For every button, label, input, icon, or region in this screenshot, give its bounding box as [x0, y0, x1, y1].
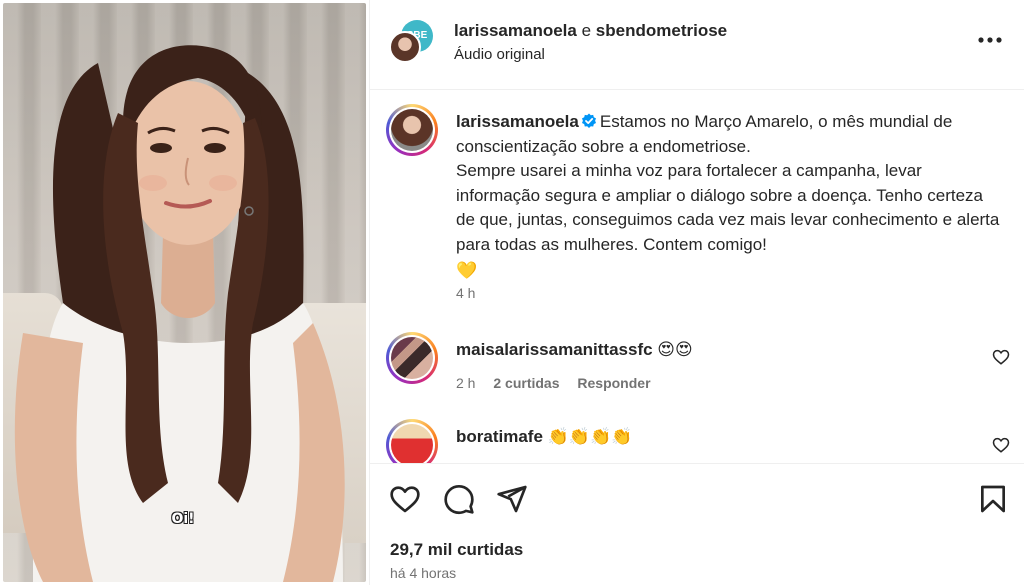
caption-line2: Sempre usarei a minha voz para fortalece…: [456, 161, 1000, 254]
audio-link[interactable]: Áudio original: [454, 46, 545, 63]
comment-body: 😍😍: [657, 340, 693, 359]
more-horizontal-icon[interactable]: [975, 28, 1005, 52]
comment-icon[interactable]: [443, 483, 475, 515]
comment-username-link[interactable]: boratimafe: [456, 427, 543, 446]
comment-avatar-photo: [391, 424, 433, 466]
verified-badge-icon: [581, 113, 596, 128]
collab-avatar-larissamanoela[interactable]: [389, 31, 421, 63]
send-icon[interactable]: [496, 483, 528, 515]
heart-icon[interactable]: [389, 483, 421, 515]
reply-button[interactable]: Responder: [577, 375, 650, 391]
caption-username-link[interactable]: larissamanoela: [456, 112, 579, 131]
video-subtitle: Oi!: [171, 511, 195, 527]
comment-heart-icon[interactable]: [992, 348, 1010, 366]
yellow-heart-emoji: 💛: [456, 261, 478, 280]
comment-username-link[interactable]: maisalarissamanittassfc: [456, 340, 653, 359]
post-panel: SBE larissamanoela e sbendometriose Áudi…: [369, 0, 1024, 585]
reel-video[interactable]: Oi!: [3, 3, 366, 582]
likes-count[interactable]: 29,7 mil curtidas: [390, 540, 523, 560]
comment-avatar[interactable]: [386, 332, 438, 384]
avatar-photo: [391, 109, 433, 151]
comment-heart-icon[interactable]: [992, 436, 1010, 454]
caption-avatar[interactable]: [386, 104, 438, 156]
bookmark-icon[interactable]: [977, 483, 1009, 515]
post-time[interactable]: há 4 horas: [390, 565, 456, 581]
comment-avatar-photo: [391, 337, 433, 379]
post-actions: 29,7 mil curtidas há 4 horas: [370, 463, 1024, 585]
header-user1-link[interactable]: larissamanoela: [454, 21, 577, 40]
comment-text: boratimafe 👏👏👏👏: [456, 427, 632, 447]
person-illustration: [14, 45, 345, 582]
comment-text: maisalarissamanittassfc 😍😍: [456, 340, 693, 360]
header-usernames: larissamanoela e sbendometriose: [454, 21, 727, 41]
header-connector: e: [581, 21, 592, 40]
comment-likes[interactable]: 2 curtidas: [493, 375, 559, 391]
post-header: SBE larissamanoela e sbendometriose Áudi…: [370, 0, 1024, 90]
comment-body: 👏👏👏👏: [547, 427, 633, 446]
comment-meta: 2 h 2 curtidas Responder: [456, 375, 665, 391]
comment-time[interactable]: 2 h: [456, 375, 475, 391]
header-user2-link[interactable]: sbendometriose: [596, 21, 727, 40]
caption-time[interactable]: 4 h: [456, 285, 475, 301]
caption-text: larissamanoela Estamos no Março Amarelo,…: [456, 110, 1001, 284]
